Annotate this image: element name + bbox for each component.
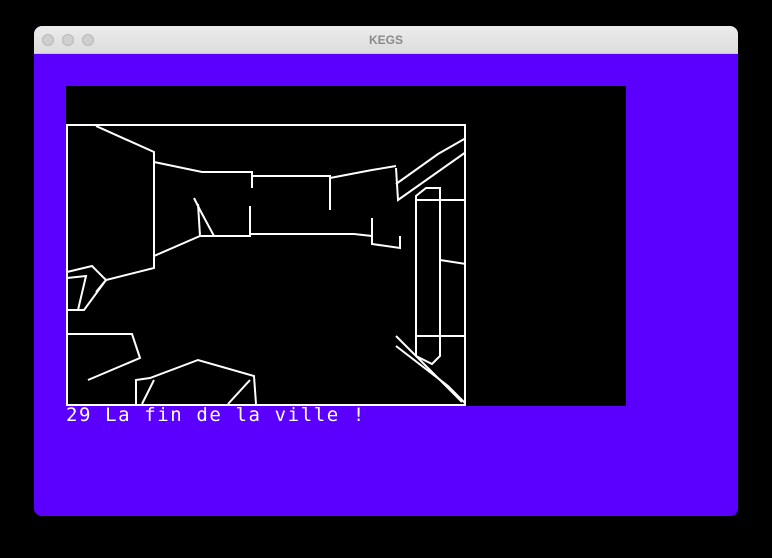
title-bar[interactable]: KEGS xyxy=(34,26,738,54)
status-caption: 29 La fin de la ville ! xyxy=(66,404,366,426)
game-screen xyxy=(66,86,626,406)
left-wall xyxy=(67,125,155,311)
kegs-window: KEGS 29 La fin de la ville ! xyxy=(34,26,738,516)
right-pillar xyxy=(415,187,441,366)
far-wall xyxy=(153,161,253,188)
emulator-display[interactable]: 29 La fin de la ville ! xyxy=(34,54,738,516)
window-title: KEGS xyxy=(368,33,403,47)
maze-view xyxy=(66,124,466,406)
